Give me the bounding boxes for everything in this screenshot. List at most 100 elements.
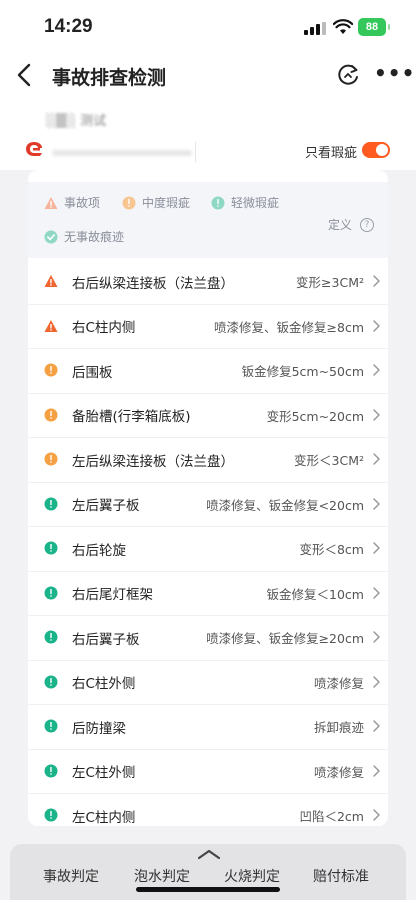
- definition-label: 定义: [327, 218, 352, 232]
- defects-only-toggle[interactable]: [362, 142, 390, 158]
- item-name: 备胎槽(行李箱底板): [72, 409, 191, 426]
- cellular-signal-icon: [304, 22, 326, 35]
- brand-logo-icon: [26, 142, 42, 156]
- item-description: 喷漆修复、钣金修复≥8cm: [214, 319, 364, 335]
- tab-fire-judgement[interactable]: 火烧判定: [224, 866, 280, 886]
- minor-defect-icon: [44, 541, 58, 555]
- chevron-right-icon: [373, 275, 380, 287]
- inspection-row[interactable]: 左后翼子板 喷漆修复、钣金修复<20cm: [28, 483, 388, 527]
- legend-minor: 轻微瑕疵: [211, 194, 279, 211]
- inspection-row[interactable]: 右C柱外侧 喷漆修复: [28, 661, 388, 705]
- back-arrow-icon[interactable]: [12, 60, 38, 90]
- tab-compensation-standard[interactable]: 赔付标准: [313, 866, 369, 886]
- car-header: ░▒░ 测试 只看瑕疵: [0, 100, 416, 170]
- legend-no-trace: 无事故痕迹: [44, 228, 124, 245]
- tab-flood-judgement[interactable]: 泡水判定: [134, 866, 190, 886]
- question-icon: ?: [360, 217, 374, 232]
- moderate-dot-icon: [122, 196, 136, 209]
- item-description: 喷漆修复: [313, 675, 364, 691]
- item-name: 左C柱外侧: [72, 765, 136, 782]
- chevron-right-icon: [373, 542, 380, 554]
- item-description: 变形＜3CM²: [294, 453, 364, 469]
- item-description: 喷漆修复、钣金修复<20cm: [206, 497, 364, 513]
- inspection-row[interactable]: 右后翼子板 喷漆修复、钣金修复≥20cm: [28, 616, 388, 661]
- item-description: 凹陷＜2cm: [299, 809, 364, 825]
- minor-defect-icon: [44, 675, 58, 688]
- chevron-right-icon: [373, 453, 380, 465]
- chevron-up-icon[interactable]: [196, 848, 222, 860]
- status-bar: 14:29 88: [0, 0, 416, 50]
- definition-link[interactable]: 定义 ?: [328, 216, 374, 233]
- minor-defect-icon: [44, 586, 58, 599]
- item-description: 拆卸痕迹: [313, 720, 364, 736]
- chevron-right-icon: [373, 764, 380, 777]
- car-name: ░▒░ 测试: [46, 114, 107, 129]
- tab-accident-judgement[interactable]: 事故判定: [43, 866, 99, 886]
- inspection-row[interactable]: 右后尾灯框架 钣金修复＜10cm: [28, 572, 388, 616]
- warning-triangle-icon: [44, 196, 58, 209]
- check-circle-icon: [44, 230, 58, 243]
- inspection-row[interactable]: 左C柱内侧 凹陷＜2cm: [28, 794, 388, 826]
- chevron-right-icon: [373, 631, 380, 643]
- chevron-right-icon: [373, 364, 380, 376]
- item-description: 喷漆修复: [313, 764, 364, 780]
- item-description: 变形≥3CM²: [296, 275, 364, 291]
- legend-no-trace-label: 无事故痕迹: [64, 230, 125, 244]
- item-name: 右C柱内侧: [72, 320, 136, 337]
- blurred-info: [52, 150, 192, 156]
- inspection-row[interactable]: 右后纵梁连接板（法兰盘） 变形≥3CM²: [28, 260, 388, 305]
- item-description: 变形5cm~20cm: [266, 408, 364, 424]
- inspection-row[interactable]: 后围板 钣金修复5cm~50cm: [28, 349, 388, 394]
- refresh-icon[interactable]: [334, 61, 362, 89]
- moderate-defect-icon: [44, 452, 58, 466]
- moderate-defect-icon: [44, 408, 58, 421]
- inspection-row[interactable]: 左后纵梁连接板（法兰盘） 变形＜3CM²: [28, 438, 388, 483]
- status-time: 14:29: [44, 16, 93, 37]
- page-title: 事故排查检测: [52, 67, 167, 89]
- more-options-icon[interactable]: •••: [374, 63, 414, 87]
- item-name: 右C柱外侧: [72, 676, 136, 693]
- home-indicator: [136, 887, 280, 892]
- inspection-row[interactable]: 右C柱内侧 喷漆修复、钣金修复≥8cm: [28, 305, 388, 349]
- legend-accident-label: 事故项: [64, 196, 101, 210]
- chevron-right-icon: [373, 720, 380, 732]
- item-name: 右后翼子板: [72, 631, 140, 648]
- minor-defect-icon: [44, 808, 58, 822]
- chevron-right-icon: [373, 586, 380, 599]
- accident-warning-icon: [44, 319, 58, 332]
- legend-moderate-label: 中度瑕疵: [142, 196, 191, 210]
- minor-defect-icon: [44, 497, 58, 510]
- inspection-row[interactable]: 备胎槽(行李箱底板) 变形5cm~20cm: [28, 394, 388, 438]
- battery-icon: 88: [358, 18, 390, 36]
- accident-warning-icon: [44, 275, 58, 287]
- inspection-list: 右后纵梁连接板（法兰盘） 变形≥3CM² 右C柱内侧 喷漆修复、钣金修复≥8cm 后围板…: [28, 260, 388, 826]
- inspection-row[interactable]: 右后轮旋 变形＜8cm: [28, 527, 388, 572]
- item-description: 喷漆修复、钣金修复≥20cm: [206, 631, 364, 647]
- inspection-row[interactable]: 左C柱外侧 喷漆修复: [28, 750, 388, 794]
- minor-defect-icon: [44, 630, 58, 644]
- item-description: 钣金修复5cm~50cm: [241, 364, 364, 380]
- battery-level: 88: [365, 21, 379, 33]
- nav-bar: 事故排查检测 •••: [0, 50, 416, 100]
- chevron-right-icon: [373, 809, 380, 821]
- item-name: 右后纵梁连接板（法兰盘）: [72, 275, 234, 292]
- item-name: 左后翼子板: [72, 498, 140, 515]
- minor-dot-icon: [211, 196, 225, 209]
- toggle-knob: [376, 144, 388, 156]
- chevron-right-icon: [373, 408, 380, 421]
- item-description: 变形＜8cm: [299, 542, 364, 558]
- legend-minor-label: 轻微瑕疵: [231, 196, 280, 210]
- item-name: 右后轮旋: [72, 542, 126, 559]
- item-name: 后围板: [72, 364, 113, 381]
- item-description: 钣金修复＜10cm: [266, 586, 364, 602]
- item-name: 右后尾灯框架: [72, 587, 153, 604]
- divider: [195, 142, 196, 162]
- inspection-card: 事故项 中度瑕疵 轻微瑕疵 无事故痕迹 定义 ? 右后纵梁连接板（法兰盘） 变形≥…: [28, 170, 388, 826]
- legend: 事故项 中度瑕疵 轻微瑕疵 无事故痕迹 定义 ?: [28, 182, 388, 258]
- legend-accident: 事故项: [44, 194, 100, 211]
- minor-defect-icon: [44, 764, 58, 777]
- inspection-row[interactable]: 后防撞梁 拆卸痕迹: [28, 705, 388, 750]
- legend-moderate: 中度瑕疵: [122, 194, 190, 211]
- toggle-label: 只看瑕疵: [305, 146, 358, 161]
- item-name: 左后纵梁连接板（法兰盘）: [72, 453, 234, 470]
